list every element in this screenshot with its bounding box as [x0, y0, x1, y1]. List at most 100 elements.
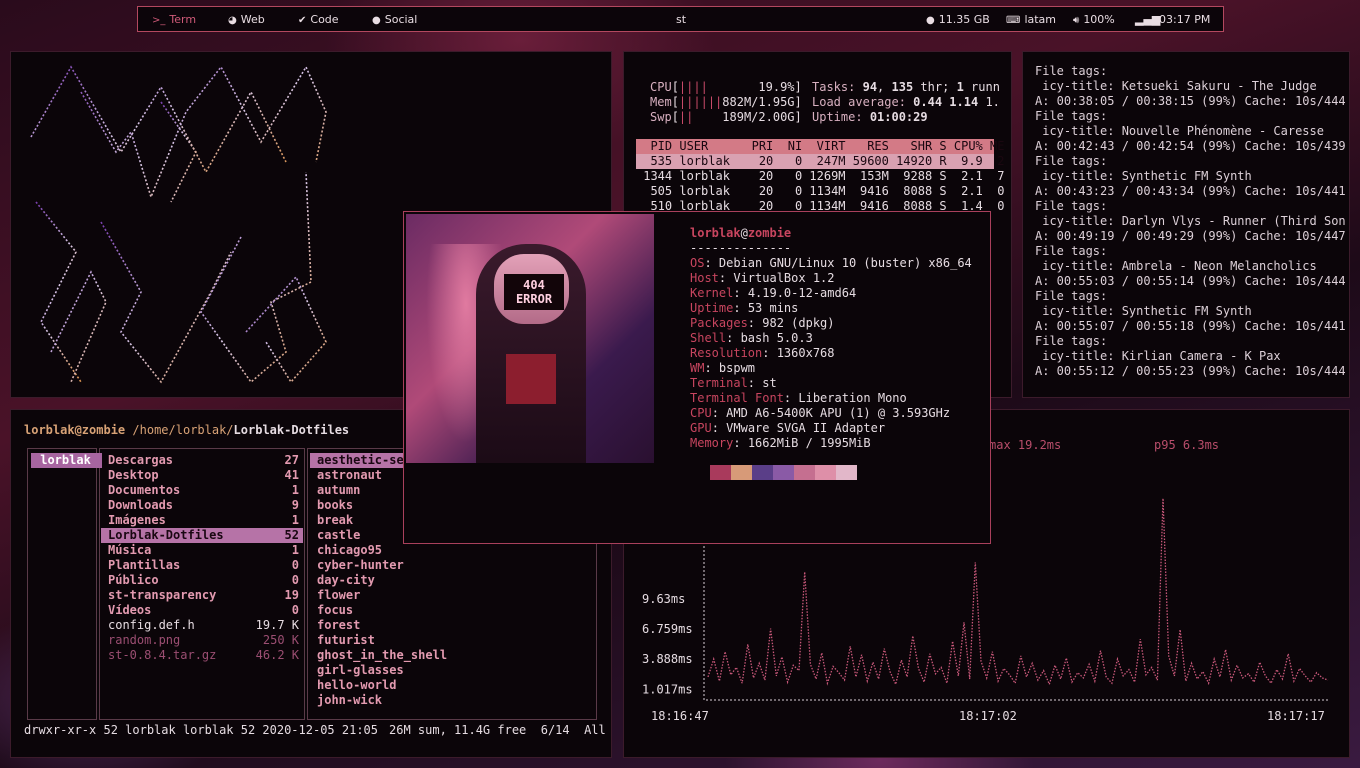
preview-entry[interactable]: hello-world — [317, 678, 396, 693]
preview-entry[interactable]: cyber-hunter — [317, 558, 404, 573]
workspace-term[interactable]: >_ Term — [152, 13, 196, 26]
load-line: Load average: 0.44 1.14 1. — [812, 95, 1000, 109]
neofetch-separator: -------------- — [690, 241, 792, 255]
preview-entry[interactable]: flower — [317, 588, 360, 603]
dir-entry[interactable]: Música 1 — [101, 543, 303, 558]
top-bar: >_ Term ◕ Web ✔ Code ● Social st ● 11.35 GB ⌨… — [137, 6, 1224, 32]
keyboard-indicator: ⌨ latam — [1006, 13, 1057, 26]
preview-entry[interactable]: ghost_in_the_shell — [317, 648, 447, 663]
dir-entry[interactable]: Vídeos 0 — [101, 603, 303, 618]
neofetch-field: Terminal Font: Liberation Mono — [690, 391, 907, 405]
neofetch-title: lorblak@zombie — [690, 226, 792, 240]
preview-entry[interactable]: futurist — [317, 633, 375, 648]
file-entry[interactable]: st-0.8.4.tar.gz 46.2 K — [101, 648, 303, 663]
y-tick-label: 9.63ms — [642, 592, 685, 606]
globe-icon: ◕ — [228, 15, 237, 26]
dir-entry[interactable]: Downloads 9 — [101, 498, 303, 513]
preview-entry[interactable]: focus — [317, 603, 353, 618]
file-entry[interactable]: config.def.h 19.7 K — [101, 618, 303, 633]
workspace-code[interactable]: ✔ Code — [298, 13, 339, 26]
preview-entry[interactable]: astronaut — [317, 468, 382, 483]
y-tick-label: 6.759ms — [642, 622, 693, 636]
parent-dir[interactable]: lorblak — [31, 453, 103, 468]
neofetch-field: Shell: bash 5.0.3 — [690, 331, 813, 345]
log-line: A: 00:42:43 / 00:42:54 (99%) Cache: 10s/… — [1035, 139, 1346, 153]
neofetch-field: Terminal: st — [690, 376, 777, 390]
preview-entry[interactable]: chicago95 — [317, 543, 382, 558]
ranger-status-right: 26M sum, 11.4G free 6/14 All — [389, 723, 606, 737]
mem-meter: Mem[||||||882M/1.95G] — [650, 95, 802, 109]
log-line: icy-title: Darlyn Vlys - Runner (Third S… — [1035, 214, 1346, 228]
neofetch-field: Packages: 982 (dpkg) — [690, 316, 835, 330]
dir-entry[interactable]: Descargas 27 — [101, 453, 303, 468]
preview-entry[interactable]: girl-glasses — [317, 663, 404, 678]
palette-swatch — [752, 465, 773, 480]
dir-entry[interactable]: Público 0 — [101, 573, 303, 588]
volume-indicator[interactable]: 🔊︎ 100% — [1073, 13, 1115, 26]
preview-entry[interactable]: day-city — [317, 573, 375, 588]
dir-entry[interactable]: Desktop 41 — [101, 468, 303, 483]
ranger-status-left: drwxr-xr-x 52 lorblak lorblak 52 2020-12… — [24, 723, 379, 737]
palette-swatch — [710, 465, 731, 480]
parent-column — [27, 448, 97, 720]
log-line: A: 00:55:12 / 00:55:23 (99%) Cache: 10s/… — [1035, 364, 1346, 378]
process-row[interactable]: 505 lorblak 20 0 1134M 9416 8088 S 2.1 0 — [636, 184, 1004, 199]
process-row[interactable]: 1344 lorblak 20 0 1269M 153M 9288 S 2.1 … — [636, 169, 1004, 184]
swap-meter: Swp[|| 189M/2.00G] — [650, 110, 802, 124]
neofetch-field: Kernel: 4.19.0-12-amd64 — [690, 286, 857, 300]
workspace-social[interactable]: ● Social — [372, 13, 417, 26]
file-entry[interactable]: random.png 250 K — [101, 633, 303, 648]
preview-entry[interactable]: autumn — [317, 483, 360, 498]
neofetch-field: Uptime: 53 mins — [690, 301, 799, 315]
x-tick-label: 18:17:17 — [1267, 709, 1325, 723]
log-line: icy-title: Ambrela - Neon Melancholics — [1035, 259, 1317, 273]
neofetch-window: 404 ERROR lorblak@zombie -------------- … — [403, 211, 991, 544]
log-line: File tags: — [1035, 64, 1108, 78]
process-row[interactable]: 535 lorblak 20 0 247M 59600 14920 R 9.9 … — [636, 154, 1004, 169]
preview-entry[interactable]: books — [317, 498, 353, 513]
keyboard-icon: ⌨ — [1006, 15, 1021, 26]
log-line: icy-title: Ketsueki Sakuru - The Judge — [1035, 79, 1317, 93]
terminal-icon: >_ — [152, 15, 166, 26]
dir-entry[interactable]: Lorblak-Dotfiles 52 — [101, 528, 303, 543]
mpv-log-pane: File tags: icy-title: Ketsueki Sakuru - … — [1022, 51, 1350, 398]
y-tick-label: 1.017ms — [642, 682, 693, 696]
palette-swatch — [836, 465, 857, 480]
neofetch-field: GPU: VMware SVGA II Adapter — [690, 421, 886, 435]
dir-entry[interactable]: Plantillas 0 — [101, 558, 303, 573]
preview-entry[interactable]: aesthetic-sea — [310, 453, 411, 468]
window-title: st — [676, 13, 687, 26]
log-line: File tags: — [1035, 109, 1108, 123]
color-palette — [710, 465, 857, 480]
log-line: A: 00:38:05 / 00:38:15 (99%) Cache: 10s/… — [1035, 94, 1346, 108]
preview-entry[interactable]: forest — [317, 618, 360, 633]
palette-swatch — [773, 465, 794, 480]
process-table-header[interactable]: PID USER PRI NI VIRT RES SHR S CPU% ME — [636, 139, 1004, 154]
log-line: File tags: — [1035, 244, 1108, 258]
chat-icon: ● — [372, 15, 381, 26]
signal-icon: ▂▄▆ — [1135, 13, 1161, 26]
neofetch-field: Memory: 1662MiB / 1995MiB — [690, 436, 871, 450]
workspace-web[interactable]: ◕ Web — [228, 13, 265, 26]
log-line: File tags: — [1035, 199, 1108, 213]
error-visor: 404 ERROR — [504, 274, 564, 310]
uptime-line: Uptime: 01:00:29 — [812, 110, 928, 124]
log-line: File tags: — [1035, 289, 1108, 303]
neofetch-field: OS: Debian GNU/Linux 10 (buster) x86_64 — [690, 256, 972, 270]
disk-indicator: ● 11.35 GB — [926, 13, 990, 26]
clock: 03:17 PM — [1159, 13, 1211, 26]
log-line: icy-title: Synthetic FM Synth — [1035, 304, 1252, 318]
dir-entry[interactable]: Imágenes 1 — [101, 513, 303, 528]
x-tick-label: 18:17:02 — [959, 709, 1017, 723]
preview-entry[interactable]: john-wick — [317, 693, 382, 708]
preview-entry[interactable]: break — [317, 513, 353, 528]
x-tick-label: 18:16:47 — [651, 709, 709, 723]
tasks-line: Tasks: 94, 135 thr; 1 runn — [812, 80, 1000, 94]
neofetch-image: 404 ERROR — [406, 214, 654, 463]
dir-entry[interactable]: st-transparency 19 — [101, 588, 303, 603]
dir-entry[interactable]: Documentos 1 — [101, 483, 303, 498]
neofetch-field: Resolution: 1360x768 — [690, 346, 835, 360]
code-icon: ✔ — [298, 15, 307, 26]
cpu-meter: CPU[|||| 19.9%] — [650, 80, 802, 94]
preview-entry[interactable]: castle — [317, 528, 360, 543]
